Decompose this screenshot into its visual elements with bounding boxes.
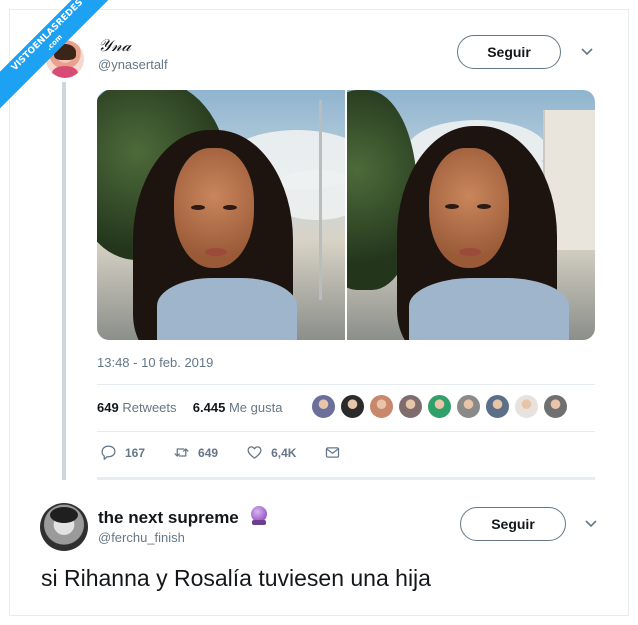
divider bbox=[97, 431, 595, 432]
likes-label[interactable]: Me gusta bbox=[229, 400, 282, 415]
chevron-down-icon[interactable] bbox=[585, 517, 597, 531]
liker-avatars bbox=[311, 394, 568, 419]
follow-button[interactable]: Seguir bbox=[460, 507, 566, 541]
divider bbox=[97, 384, 595, 385]
retweets-count[interactable]: 649 bbox=[97, 400, 119, 415]
like-action[interactable]: 6,4K bbox=[246, 444, 296, 461]
reply-author-name-text: the next supreme bbox=[98, 508, 239, 527]
avatar[interactable] bbox=[40, 503, 88, 551]
tweet-stats: 649 Retweets 6.445 Me gusta bbox=[97, 400, 282, 415]
reply-action[interactable]: 167 bbox=[100, 444, 145, 461]
reply-count: 167 bbox=[125, 445, 146, 460]
retweets-label[interactable]: Retweets bbox=[122, 400, 176, 415]
liker-avatar[interactable] bbox=[311, 394, 336, 419]
follow-button[interactable]: Seguir bbox=[457, 35, 561, 69]
likes-count[interactable]: 6.445 bbox=[193, 400, 226, 415]
reply-icon bbox=[101, 445, 116, 460]
thread-connector-line bbox=[62, 82, 66, 480]
reply-author-name[interactable]: the next supreme bbox=[98, 506, 268, 528]
liker-avatar[interactable] bbox=[398, 394, 423, 419]
retweet-action[interactable]: 649 bbox=[173, 444, 218, 461]
section-separator bbox=[97, 477, 595, 480]
chevron-down-icon[interactable] bbox=[581, 45, 593, 59]
liker-avatar[interactable] bbox=[369, 394, 394, 419]
message-action[interactable] bbox=[324, 444, 341, 461]
envelope-icon bbox=[326, 447, 340, 458]
crystal-ball-icon bbox=[250, 506, 268, 526]
photo-right[interactable] bbox=[347, 90, 595, 340]
liker-avatar[interactable] bbox=[514, 394, 539, 419]
reply-text: si Rihanna y Rosalía tuviesen una hija bbox=[41, 565, 431, 591]
tweet-media[interactable] bbox=[97, 90, 595, 340]
tweet-actions: 167 649 6,4K bbox=[100, 444, 369, 461]
heart-icon bbox=[247, 446, 262, 459]
reply-author-handle[interactable]: @ferchu_finish bbox=[98, 530, 185, 545]
liker-avatar[interactable] bbox=[485, 394, 510, 419]
liker-avatar[interactable] bbox=[427, 394, 452, 419]
retweet-count: 649 bbox=[198, 445, 219, 460]
liker-avatar[interactable] bbox=[456, 394, 481, 419]
like-count: 6,4K bbox=[271, 445, 297, 460]
photo-left[interactable] bbox=[97, 90, 345, 340]
liker-avatar[interactable] bbox=[340, 394, 365, 419]
tweet-timestamp[interactable]: 13:48 - 10 feb. 2019 bbox=[97, 355, 213, 370]
watermark-text: VISTOENLASREDES bbox=[9, 0, 86, 74]
liker-avatar[interactable] bbox=[543, 394, 568, 419]
retweet-icon bbox=[174, 448, 189, 457]
watermark-ribbon: VISTOENLASREDES .com bbox=[0, 0, 120, 120]
